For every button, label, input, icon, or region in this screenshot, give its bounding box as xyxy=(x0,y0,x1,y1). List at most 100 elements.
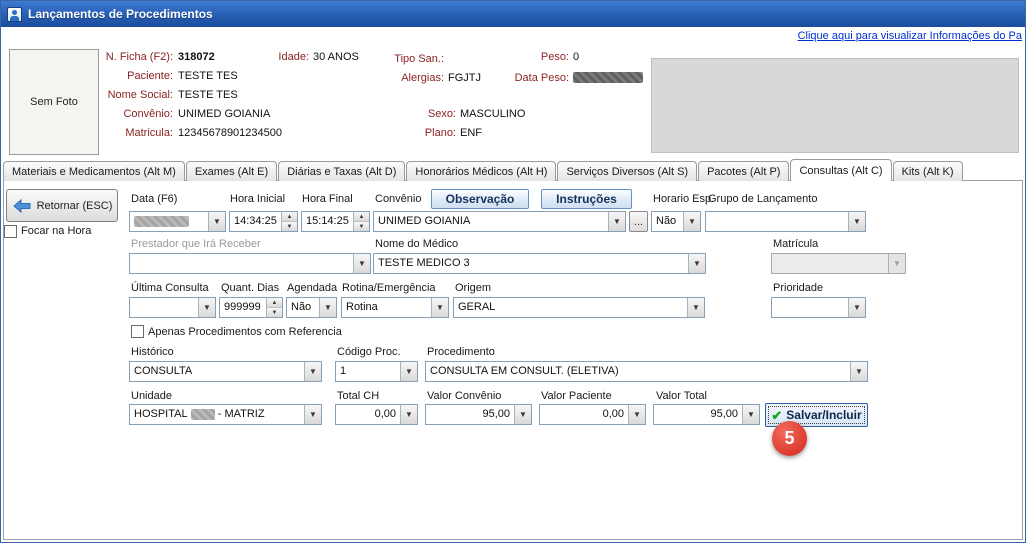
data-f6-combobox[interactable]: ▼ xyxy=(129,211,226,232)
tab-honorarios-medicos[interactable]: Honorários Médicos (Alt H) xyxy=(406,161,556,181)
hora-final-spinner[interactable]: 15:14:25 ▲▼ xyxy=(301,211,370,232)
chevron-down-icon[interactable]: ▼ xyxy=(400,362,417,381)
codigo-proc-value: 1 xyxy=(336,362,400,381)
prestador-label: Prestador que Irá Receber xyxy=(131,238,261,250)
alergias-label: Alergias: xyxy=(376,72,444,84)
paciente-label: Paciente: xyxy=(61,70,173,82)
chevron-down-icon[interactable]: ▼ xyxy=(198,298,215,317)
horario-esp-value: Não xyxy=(652,212,683,231)
procedimento-combobox[interactable]: CONSULTA EM CONSULT. (ELETIVA) ▼ xyxy=(425,361,868,382)
quant-dias-value: 999999 xyxy=(220,298,266,317)
data-f6-label: Data (F6) xyxy=(131,193,177,205)
chevron-down-icon[interactable]: ▼ xyxy=(850,362,867,381)
agendada-combobox[interactable]: Não ▼ xyxy=(286,297,337,318)
prioridade-combobox[interactable]: ▼ xyxy=(771,297,866,318)
chevron-down-icon[interactable]: ▼ xyxy=(742,405,759,424)
convenio-field-value: UNIMED GOIANIA xyxy=(374,212,608,231)
chevron-down-icon[interactable]: ▼ xyxy=(608,212,625,231)
chevron-down-icon[interactable]: ▼ xyxy=(848,298,865,317)
tab-bar: Materiais e Medicamentos (Alt M) Exames … xyxy=(3,159,1023,181)
chevron-down-icon[interactable]: ▼ xyxy=(848,212,865,231)
convenio-field-label: Convênio xyxy=(375,193,421,205)
tab-materiais-medicamentos[interactable]: Materiais e Medicamentos (Alt M) xyxy=(3,161,185,181)
convenio-more-button[interactable]: ... xyxy=(629,211,648,232)
nome-medico-label: Nome do Médico xyxy=(375,238,458,250)
chevron-down-icon[interactable]: ▼ xyxy=(431,298,448,317)
peso-value: 0 xyxy=(573,51,579,63)
focar-na-hora-label: Focar na Hora xyxy=(21,225,91,237)
focar-na-hora-checkbox[interactable] xyxy=(4,225,17,238)
patient-photo-placeholder: Sem Foto xyxy=(9,49,99,155)
tab-servicos-diversos[interactable]: Serviços Diversos (Alt S) xyxy=(557,161,697,181)
tab-consultas[interactable]: Consultas (Alt C) xyxy=(790,159,891,181)
data-f6-value xyxy=(130,212,208,231)
app-icon xyxy=(7,7,22,22)
apenas-referencia-checkbox[interactable] xyxy=(131,325,144,338)
rotina-emergencia-combobox[interactable]: Rotina ▼ xyxy=(341,297,449,318)
chevron-down-icon[interactable]: ▼ xyxy=(400,405,417,424)
prioridade-label: Prioridade xyxy=(773,282,823,294)
window-title: Lançamentos de Procedimentos xyxy=(28,7,213,21)
valor-convenio-combobox[interactable]: 95,00 ▼ xyxy=(425,404,532,425)
chevron-down-icon[interactable]: ▼ xyxy=(628,405,645,424)
chevron-down-icon[interactable]: ▼ xyxy=(353,254,370,273)
spin-down-icon[interactable]: ▼ xyxy=(354,221,369,231)
nome-medico-value: TESTE MEDICO 3 xyxy=(374,254,688,273)
instrucoes-button[interactable]: Instruções xyxy=(541,189,632,209)
tab-diarias-taxas[interactable]: Diárias e Taxas (Alt D) xyxy=(278,161,405,181)
quant-dias-spinner[interactable]: 999999 ▲▼ xyxy=(219,297,283,318)
sexo-value: MASCULINO xyxy=(460,108,525,120)
valor-paciente-combobox[interactable]: 0,00 ▼ xyxy=(539,404,646,425)
matricula-field-value xyxy=(772,254,888,273)
ficha-label: N. Ficha (F2): xyxy=(61,51,173,63)
convenio-combobox[interactable]: UNIMED GOIANIA ▼ xyxy=(373,211,626,232)
nome-medico-combobox[interactable]: TESTE MEDICO 3 ▼ xyxy=(373,253,706,274)
spin-up-icon[interactable]: ▲ xyxy=(282,212,297,221)
origem-combobox[interactable]: GERAL ▼ xyxy=(453,297,705,318)
valor-total-value: 95,00 xyxy=(654,405,742,424)
chevron-down-icon[interactable]: ▼ xyxy=(304,405,321,424)
patient-extra-panel xyxy=(651,58,1019,153)
total-ch-combobox[interactable]: 0,00 ▼ xyxy=(335,404,418,425)
spin-up-icon[interactable]: ▲ xyxy=(267,298,282,307)
origem-label: Origem xyxy=(455,282,491,294)
spin-down-icon[interactable]: ▼ xyxy=(282,221,297,231)
spin-down-icon[interactable]: ▼ xyxy=(267,307,282,317)
origem-value: GERAL xyxy=(454,298,687,317)
idade-value: 30 ANOS xyxy=(313,51,359,63)
tab-pacotes[interactable]: Pacotes (Alt P) xyxy=(698,161,789,181)
historico-combobox[interactable]: CONSULTA ▼ xyxy=(129,361,322,382)
observacao-button[interactable]: Observação xyxy=(431,189,529,209)
chevron-down-icon[interactable]: ▼ xyxy=(687,298,704,317)
ultima-consulta-combobox[interactable]: ▼ xyxy=(129,297,216,318)
valor-total-combobox[interactable]: 95,00 ▼ xyxy=(653,404,760,425)
peso-label: Peso: xyxy=(501,51,569,63)
plano-label: Plano: xyxy=(388,127,456,139)
unidade-value: HOSPITAL - MATRIZ xyxy=(130,405,304,424)
tab-kits[interactable]: Kits (Alt K) xyxy=(893,161,963,181)
unidade-label: Unidade xyxy=(131,390,172,402)
prestador-combobox[interactable]: ▼ xyxy=(129,253,371,274)
grupo-lancamento-combobox[interactable]: ▼ xyxy=(705,211,866,232)
chevron-down-icon[interactable]: ▼ xyxy=(683,212,700,231)
codigo-proc-combobox[interactable]: 1 ▼ xyxy=(335,361,418,382)
check-icon: ✔ xyxy=(771,409,782,422)
tab-exames[interactable]: Exames (Alt E) xyxy=(186,161,277,181)
chevron-down-icon[interactable]: ▼ xyxy=(319,298,336,317)
patient-info-link[interactable]: Clique aqui para visualizar Informações … xyxy=(798,30,1022,42)
unidade-combobox[interactable]: HOSPITAL - MATRIZ ▼ xyxy=(129,404,322,425)
hora-inicial-spinner[interactable]: 14:34:25 ▲▼ xyxy=(229,211,298,232)
chevron-down-icon[interactable]: ▼ xyxy=(208,212,225,231)
horario-esp-combobox[interactable]: Não ▼ xyxy=(651,211,701,232)
spin-up-icon[interactable]: ▲ xyxy=(354,212,369,221)
chevron-down-icon[interactable]: ▼ xyxy=(688,254,705,273)
sexo-label: Sexo: xyxy=(388,108,456,120)
ficha-value: 318072 xyxy=(178,51,215,63)
quant-dias-label: Quant. Dias xyxy=(221,282,279,294)
chevron-down-icon[interactable]: ▼ xyxy=(514,405,531,424)
retornar-button[interactable]: Retornar (ESC) xyxy=(6,189,118,222)
tipo-san-label: Tipo San.: xyxy=(376,53,444,65)
agendada-value: Não xyxy=(287,298,319,317)
chevron-down-icon[interactable]: ▼ xyxy=(304,362,321,381)
paciente-value: TESTE TES xyxy=(178,70,238,82)
